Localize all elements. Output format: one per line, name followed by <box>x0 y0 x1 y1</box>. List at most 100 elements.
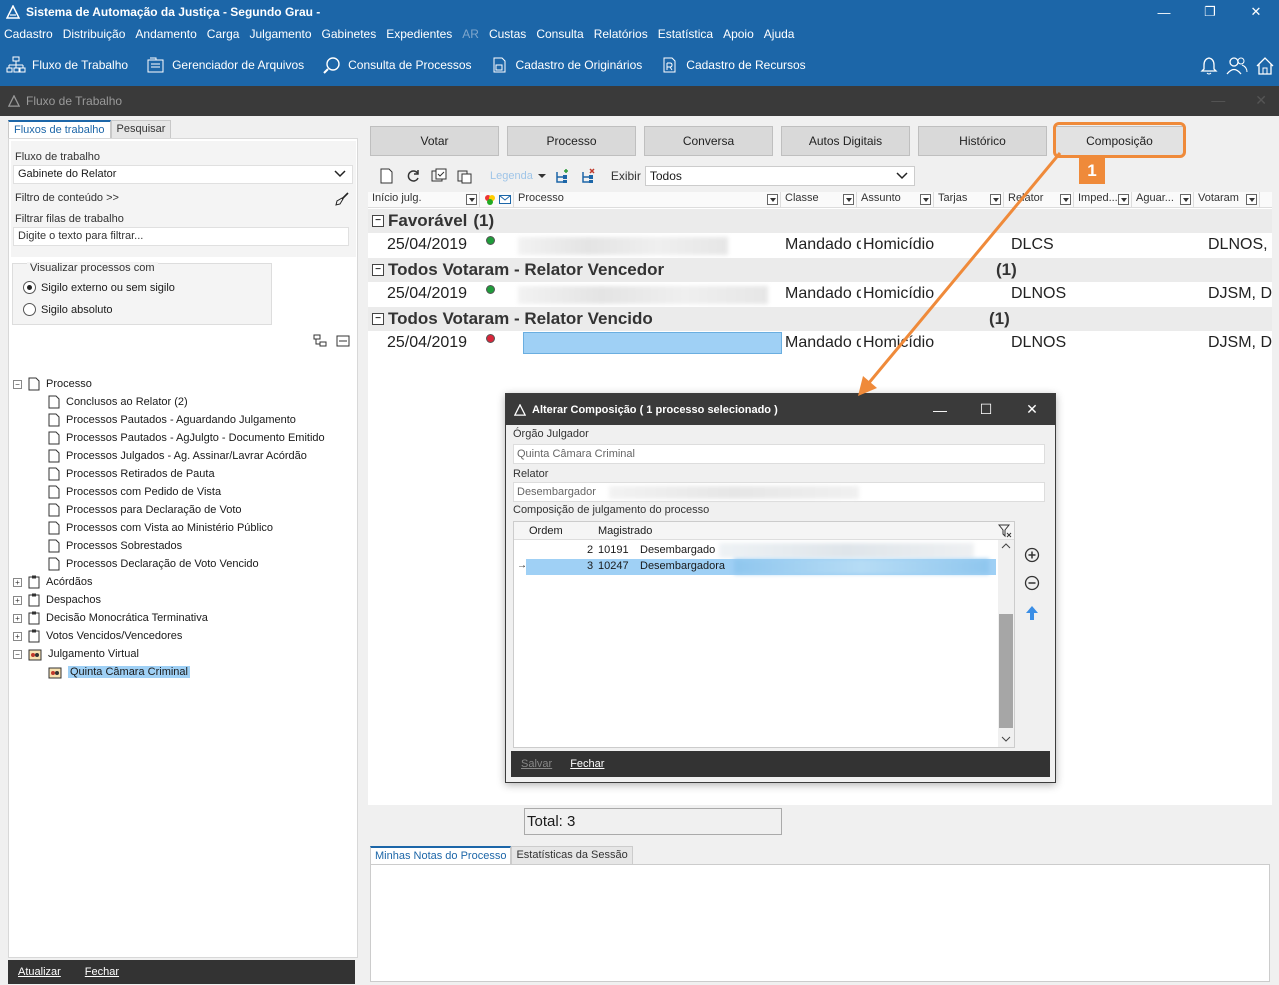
filter-dropdown-icon[interactable] <box>767 194 778 205</box>
home-icon[interactable] <box>1251 52 1279 80</box>
menu-custas[interactable]: Custas <box>489 27 526 41</box>
filtro-conteudo-link[interactable]: Filtro de conteúdo >> <box>15 192 119 204</box>
exibir-select[interactable]: Todos <box>644 166 915 186</box>
close-button[interactable]: ✕ <box>1233 0 1279 24</box>
menu-consulta[interactable]: Consulta <box>536 27 583 41</box>
atualizar-button[interactable]: Atualizar <box>18 966 61 978</box>
notifications-bell-icon[interactable] <box>1195 52 1223 80</box>
tab-estatisticas-sessao[interactable]: Estatísticas da Sessão <box>511 846 633 864</box>
composicao-row[interactable]: 2 10191 Desembargado <box>514 543 996 559</box>
cadastro-recursos-button[interactable]: Cadastro de Recursos <box>660 56 806 74</box>
check-all-icon[interactable] <box>428 167 450 185</box>
table-row[interactable]: 25/04/2019 Mandado de Segurança Homicídi… <box>368 282 1272 307</box>
expand-tree-icon[interactable] <box>312 333 328 349</box>
filter-dropdown-icon[interactable] <box>920 194 931 205</box>
notes-area[interactable] <box>370 864 1270 982</box>
fluxo-select[interactable]: Gabinete do Relator <box>13 165 353 184</box>
dialog-close-button[interactable]: ✕ <box>1009 394 1055 425</box>
filtrar-filas-input[interactable]: Digite o texto para filtrar... <box>13 227 349 246</box>
tree-node-sobrestados[interactable]: Processos Sobrestados <box>48 537 182 555</box>
tree-node-pedido-vista[interactable]: Processos com Pedido de Vista <box>48 483 221 501</box>
fechar-button[interactable]: Fechar <box>85 966 119 978</box>
menu-andamento[interactable]: Andamento <box>135 27 196 41</box>
column-classe[interactable]: Classe <box>781 192 857 208</box>
collapse-tree-icon[interactable] <box>335 333 351 349</box>
column-aguardando[interactable]: Aguar... <box>1132 192 1194 208</box>
broom-icon[interactable] <box>334 191 350 207</box>
add-magistrado-icon[interactable] <box>1024 547 1040 563</box>
column-magistrado[interactable]: Magistrado <box>598 525 652 537</box>
column-inicio-julg[interactable]: Início julg. <box>368 192 480 208</box>
tab-fluxos-de-trabalho[interactable]: Fluxos de trabalho <box>8 120 111 138</box>
menu-estatistica[interactable]: Estatística <box>658 27 713 41</box>
remove-column-icon[interactable] <box>577 167 599 185</box>
salvar-button[interactable]: Salvar <box>521 758 552 770</box>
tree-node-voto-vencido[interactable]: Processos Declaração de Voto Vencido <box>48 555 259 573</box>
dialog-fechar-button[interactable]: Fechar <box>570 758 604 770</box>
column-impedidos[interactable]: Imped... <box>1074 192 1132 208</box>
historico-button[interactable]: Histórico <box>918 126 1047 156</box>
collapse-icon[interactable]: − <box>372 264 384 276</box>
filter-dropdown-icon[interactable] <box>466 194 477 205</box>
menu-ajuda[interactable]: Ajuda <box>764 27 795 41</box>
gerenciador-arquivos-button[interactable]: Gerenciador de Arquivos <box>146 56 304 74</box>
processo-button[interactable]: Processo <box>507 126 636 156</box>
remove-magistrado-icon[interactable] <box>1024 575 1040 591</box>
filter-dropdown-icon[interactable] <box>1180 194 1191 205</box>
expand-icon[interactable]: + <box>13 613 22 623</box>
dialog-minimize-button[interactable]: — <box>917 394 963 425</box>
table-row[interactable]: 25/04/2019 Mandado de Segurança Homicídi… <box>368 233 1272 258</box>
cadastro-originarios-button[interactable]: Cadastro de Originários <box>490 56 642 74</box>
group-header[interactable]: − Favorável (1) <box>368 209 1272 233</box>
menu-distribuicao[interactable]: Distribuição <box>63 27 126 41</box>
scroll-down-icon[interactable] <box>1001 735 1011 743</box>
expand-icon[interactable]: + <box>13 631 22 641</box>
dropdown-arrow-icon[interactable] <box>537 167 547 185</box>
fluxo-trabalho-button[interactable]: Fluxo de Trabalho <box>6 56 128 74</box>
radio-sigilo-absoluto[interactable]: Sigilo absoluto <box>23 303 113 316</box>
processo-selected-cell[interactable] <box>523 332 782 354</box>
menu-carga[interactable]: Carga <box>207 27 240 41</box>
filter-icon[interactable] <box>998 524 1012 538</box>
autos-digitais-button[interactable]: Autos Digitais <box>781 126 910 156</box>
legenda-button[interactable]: Legenda <box>490 170 533 182</box>
radio-sigilo-externo[interactable]: Sigilo externo ou sem sigilo <box>23 281 175 294</box>
group-header[interactable]: − Todos Votaram - Relator Vencedor (1) <box>368 258 1272 282</box>
filter-dropdown-icon[interactable] <box>843 194 854 205</box>
scrollbar-thumb[interactable] <box>999 614 1013 728</box>
collapse-icon[interactable]: − <box>372 313 384 325</box>
column-assunto[interactable]: Assunto <box>857 192 934 208</box>
dialog-maximize-button[interactable]: ☐ <box>963 394 1009 425</box>
consulta-processos-button[interactable]: Consulta de Processos <box>322 56 472 74</box>
tree-node-processo[interactable]: − Processo <box>13 375 92 393</box>
tree-node-julgados[interactable]: Processos Julgados - Ag. Assinar/Lavrar … <box>48 447 307 465</box>
subwindow-close-button[interactable]: ✕ <box>1255 92 1267 109</box>
composicao-scrollbar[interactable] <box>998 540 1014 747</box>
menu-gabinetes[interactable]: Gabinetes <box>322 27 377 41</box>
filter-dropdown-icon[interactable] <box>1246 194 1257 205</box>
tree-node-votos[interactable]: + Votos Vencidos/Vencedores <box>13 627 182 645</box>
column-status-icons[interactable] <box>480 192 514 208</box>
column-processo[interactable]: Processo <box>514 192 781 208</box>
collapse-icon[interactable]: − <box>13 379 22 389</box>
tree-node-conclusos[interactable]: Conclusos ao Relator (2) <box>48 393 188 411</box>
users-icon[interactable] <box>1223 52 1251 80</box>
new-document-icon[interactable] <box>376 167 398 185</box>
table-row[interactable]: 25/04/2019 Mandado de Segurança Homicídi… <box>368 331 1272 356</box>
tab-pesquisar[interactable]: Pesquisar <box>110 120 172 138</box>
menu-julgamento[interactable]: Julgamento <box>249 27 311 41</box>
column-ordem[interactable]: Ordem <box>529 525 563 537</box>
scroll-up-icon[interactable] <box>1001 542 1011 550</box>
refresh-icon[interactable] <box>402 167 424 185</box>
composicao-row-selected[interactable]: 3 10247 Desembargadora <box>526 559 996 575</box>
subwindow-minimize-button[interactable]: — <box>1211 92 1225 109</box>
expand-icon[interactable]: + <box>13 595 22 605</box>
column-tarjas[interactable]: Tarjas <box>934 192 1004 208</box>
move-up-icon[interactable] <box>1024 605 1040 621</box>
collapse-icon[interactable]: − <box>13 649 22 659</box>
restore-button[interactable]: ❐ <box>1187 0 1233 24</box>
menu-expedientes[interactable]: Expedientes <box>386 27 452 41</box>
tree-node-julgamento-virtual[interactable]: − Julgamento Virtual <box>13 645 139 663</box>
filter-dropdown-icon[interactable] <box>990 194 1001 205</box>
column-votaram[interactable]: Votaram <box>1194 192 1260 208</box>
